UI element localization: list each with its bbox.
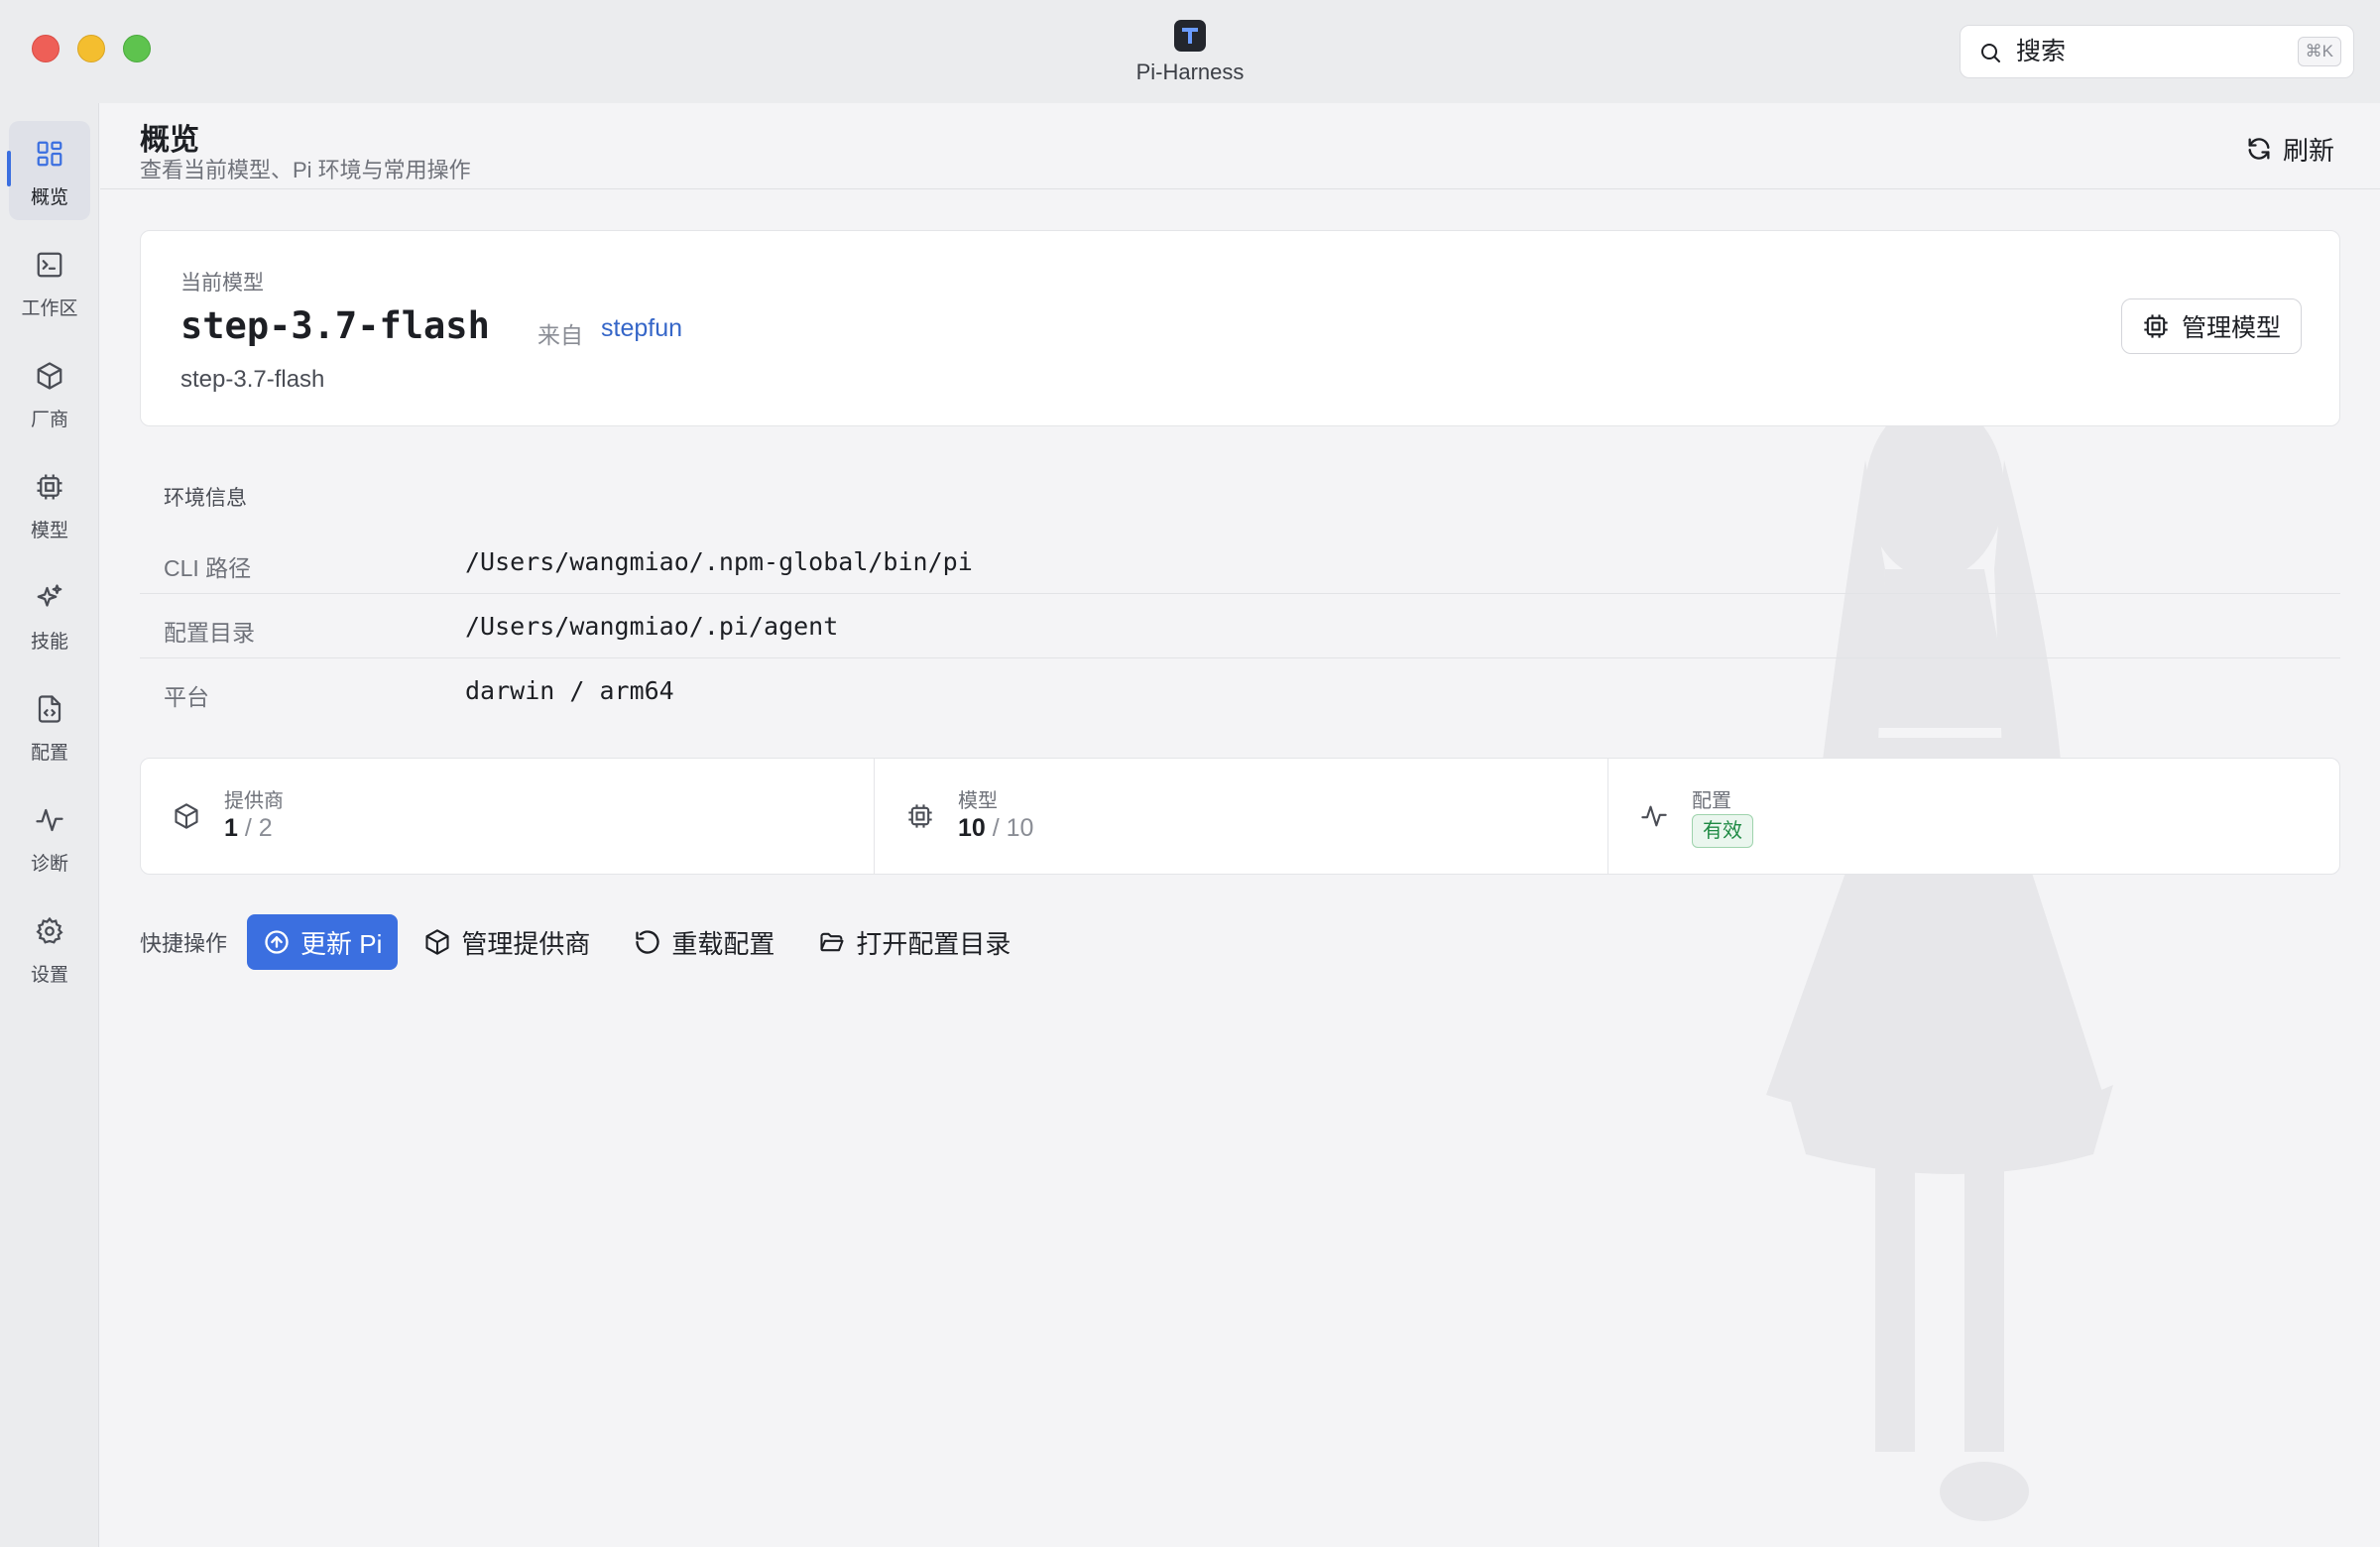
search-box[interactable]: ⌘K — [1960, 25, 2354, 78]
model-from-label: 来自 — [537, 322, 583, 348]
sidebar-item-skills[interactable]: 技能 — [9, 565, 90, 664]
cube-icon — [175, 803, 198, 829]
update-pi-button[interactable]: 更新 Pi — [247, 914, 399, 970]
stat-label: 配置 — [1692, 790, 1731, 812]
model-provider-link[interactable]: stepfun — [601, 314, 682, 343]
env-row-config-dir: 配置目录 /Users/wangmiao/.pi/agent — [140, 594, 2340, 658]
sidebar-item-label: 工作区 — [21, 298, 78, 319]
app-title: Pi-Harness — [1135, 60, 1245, 84]
main-content: 概览 查看当前模型、Pi 环境与常用操作 刷新 当前模型 step-3.7-fl… — [100, 103, 2380, 1547]
env-key: CLI 路径 — [164, 555, 252, 581]
quick-actions: 快捷操作 更新 Pi 管理提供商 重载配置 打开配置目录 — [140, 914, 1054, 970]
sidebar-item-label: 概览 — [30, 187, 68, 208]
sidebar-item-vendors[interactable]: 厂商 — [9, 343, 90, 442]
stat-providers: 提供商 1 / 2 — [141, 759, 875, 874]
sidebar-item-label: 模型 — [30, 521, 68, 541]
window-minimize-button[interactable] — [77, 35, 105, 62]
env-value: darwin / arm64 — [465, 676, 674, 705]
search-icon — [1981, 44, 2000, 62]
environment-section-title: 环境信息 — [164, 487, 247, 510]
refresh-button[interactable]: 刷新 — [2245, 129, 2334, 169]
window-maximize-button[interactable] — [123, 35, 151, 62]
sidebar-item-config[interactable]: 配置 — [9, 676, 90, 775]
sidebar-item-workspace[interactable]: 工作区 — [9, 232, 90, 331]
stat-config: 配置 有效 — [1608, 759, 2342, 874]
chip-icon — [2144, 314, 2168, 338]
app-window: Pi-Harness ⌘K 概览 工作区 厂商 模型 技能 — [0, 0, 2380, 1547]
window-close-button[interactable] — [32, 35, 60, 62]
refresh-label: 刷新 — [2282, 135, 2334, 166]
sidebar-item-settings[interactable]: 设置 — [9, 898, 90, 998]
current-model-name: step-3.7-flash — [180, 304, 490, 347]
env-value: /Users/wangmiao/.npm-global/bin/pi — [465, 547, 973, 576]
manage-models-button[interactable]: 管理模型 — [2120, 298, 2302, 354]
terminal-icon — [37, 252, 62, 278]
cube-icon — [425, 929, 449, 955]
sidebar-item-label: 技能 — [30, 632, 68, 653]
config-status-badge: 有效 — [1692, 814, 1753, 848]
chip-icon — [37, 474, 62, 500]
sidebar-item-overview[interactable]: 概览 — [7, 121, 90, 220]
env-row-cli-path: CLI 路径 /Users/wangmiao/.npm-global/bin/p… — [140, 530, 2340, 594]
app-logo-icon — [1174, 20, 1206, 52]
page-subtitle: 查看当前模型、Pi 环境与常用操作 — [140, 158, 471, 182]
env-value: /Users/wangmiao/.pi/agent — [465, 612, 839, 641]
folder-open-icon — [820, 932, 844, 952]
manage-providers-label: 管理提供商 — [461, 928, 591, 959]
current-model-id: step-3.7-flash — [180, 366, 325, 393]
stat-value: 10 / 10 — [958, 814, 1034, 842]
sidebar: 概览 工作区 厂商 模型 技能 配置 诊断 设置 — [0, 103, 99, 1547]
refresh-icon — [2248, 138, 2270, 160]
search-shortcut-badge: ⌘K — [2297, 37, 2341, 66]
sidebar-item-label: 厂商 — [30, 410, 68, 430]
stat-value: 1 / 2 — [224, 814, 273, 842]
sparkles-icon — [37, 584, 62, 607]
sidebar-item-label: 诊断 — [30, 854, 68, 875]
sidebar-item-diagnostics[interactable]: 诊断 — [9, 787, 90, 887]
chip-icon — [908, 804, 932, 828]
reload-config-label: 重载配置 — [671, 928, 775, 959]
stat-label: 提供商 — [224, 790, 284, 812]
reload-config-button[interactable]: 重载配置 — [634, 914, 774, 970]
env-row-platform: 平台 darwin / arm64 — [140, 658, 2340, 723]
update-pi-label: 更新 Pi — [300, 928, 383, 959]
gear-icon — [36, 916, 63, 944]
sidebar-item-label: 配置 — [30, 743, 68, 764]
env-key: 配置目录 — [164, 620, 255, 646]
title-bar: Pi-Harness ⌘K — [0, 0, 2380, 103]
manage-providers-button[interactable]: 管理提供商 — [423, 914, 590, 970]
quick-actions-label: 快捷操作 — [140, 931, 228, 956]
stat-models: 模型 10 / 10 — [875, 759, 1608, 874]
search-input[interactable] — [2016, 35, 2264, 68]
file-code-icon — [38, 695, 61, 723]
activity-icon — [1641, 805, 1667, 827]
arrow-up-circle-icon — [265, 930, 289, 954]
open-config-dir-label: 打开配置目录 — [856, 928, 1012, 959]
page-header: 概览 查看当前模型、Pi 环境与常用操作 刷新 — [100, 103, 2380, 189]
current-model-label: 当前模型 — [180, 272, 264, 295]
cube-icon — [37, 362, 62, 390]
manage-models-label: 管理模型 — [2181, 314, 2281, 342]
sidebar-item-label: 设置 — [30, 965, 68, 986]
rotate-ccw-icon — [636, 930, 660, 954]
stats-card: 提供商 1 / 2 模型 10 / 10 配置 有效 — [140, 758, 2340, 875]
grid-icon — [37, 141, 62, 167]
sidebar-item-models[interactable]: 模型 — [9, 454, 90, 553]
activity-icon — [36, 808, 63, 832]
current-model-card: 当前模型 step-3.7-flash 来自 stepfun step-3.7-… — [140, 230, 2340, 426]
open-config-dir-button[interactable]: 打开配置目录 — [818, 914, 1011, 970]
env-key: 平台 — [164, 684, 209, 710]
stat-label: 模型 — [958, 790, 998, 812]
